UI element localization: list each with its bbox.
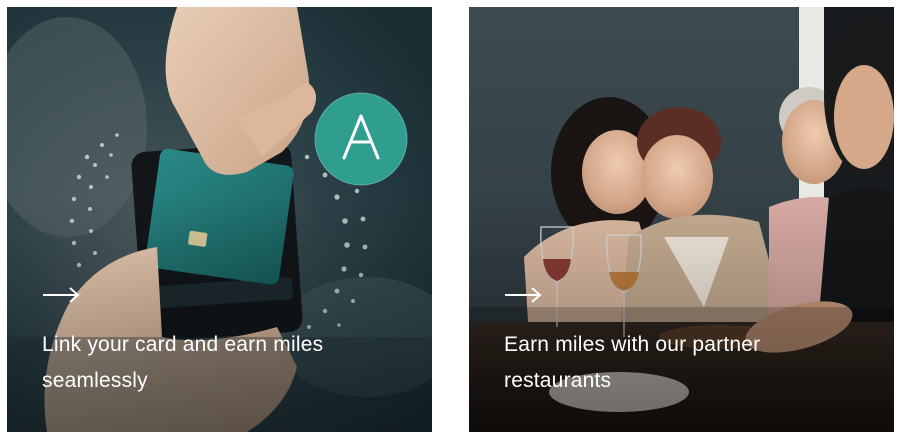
card-earn-miles-partner-restaurants[interactable]: Earn miles with our partner restaurants	[469, 7, 894, 432]
card-title: Earn miles with our partner restaurants	[504, 333, 761, 392]
arrow-right-icon	[505, 287, 542, 303]
card-link-card-earn-miles[interactable]: Link your card and earn miles seamlessly	[7, 7, 432, 432]
card-title: Link your card and earn miles seamlessly	[42, 333, 324, 392]
arrow-right-icon	[43, 287, 80, 303]
card-caption: Link your card and earn miles seamlessly	[42, 285, 402, 399]
card-caption: Earn miles with our partner restaurants	[504, 285, 864, 399]
